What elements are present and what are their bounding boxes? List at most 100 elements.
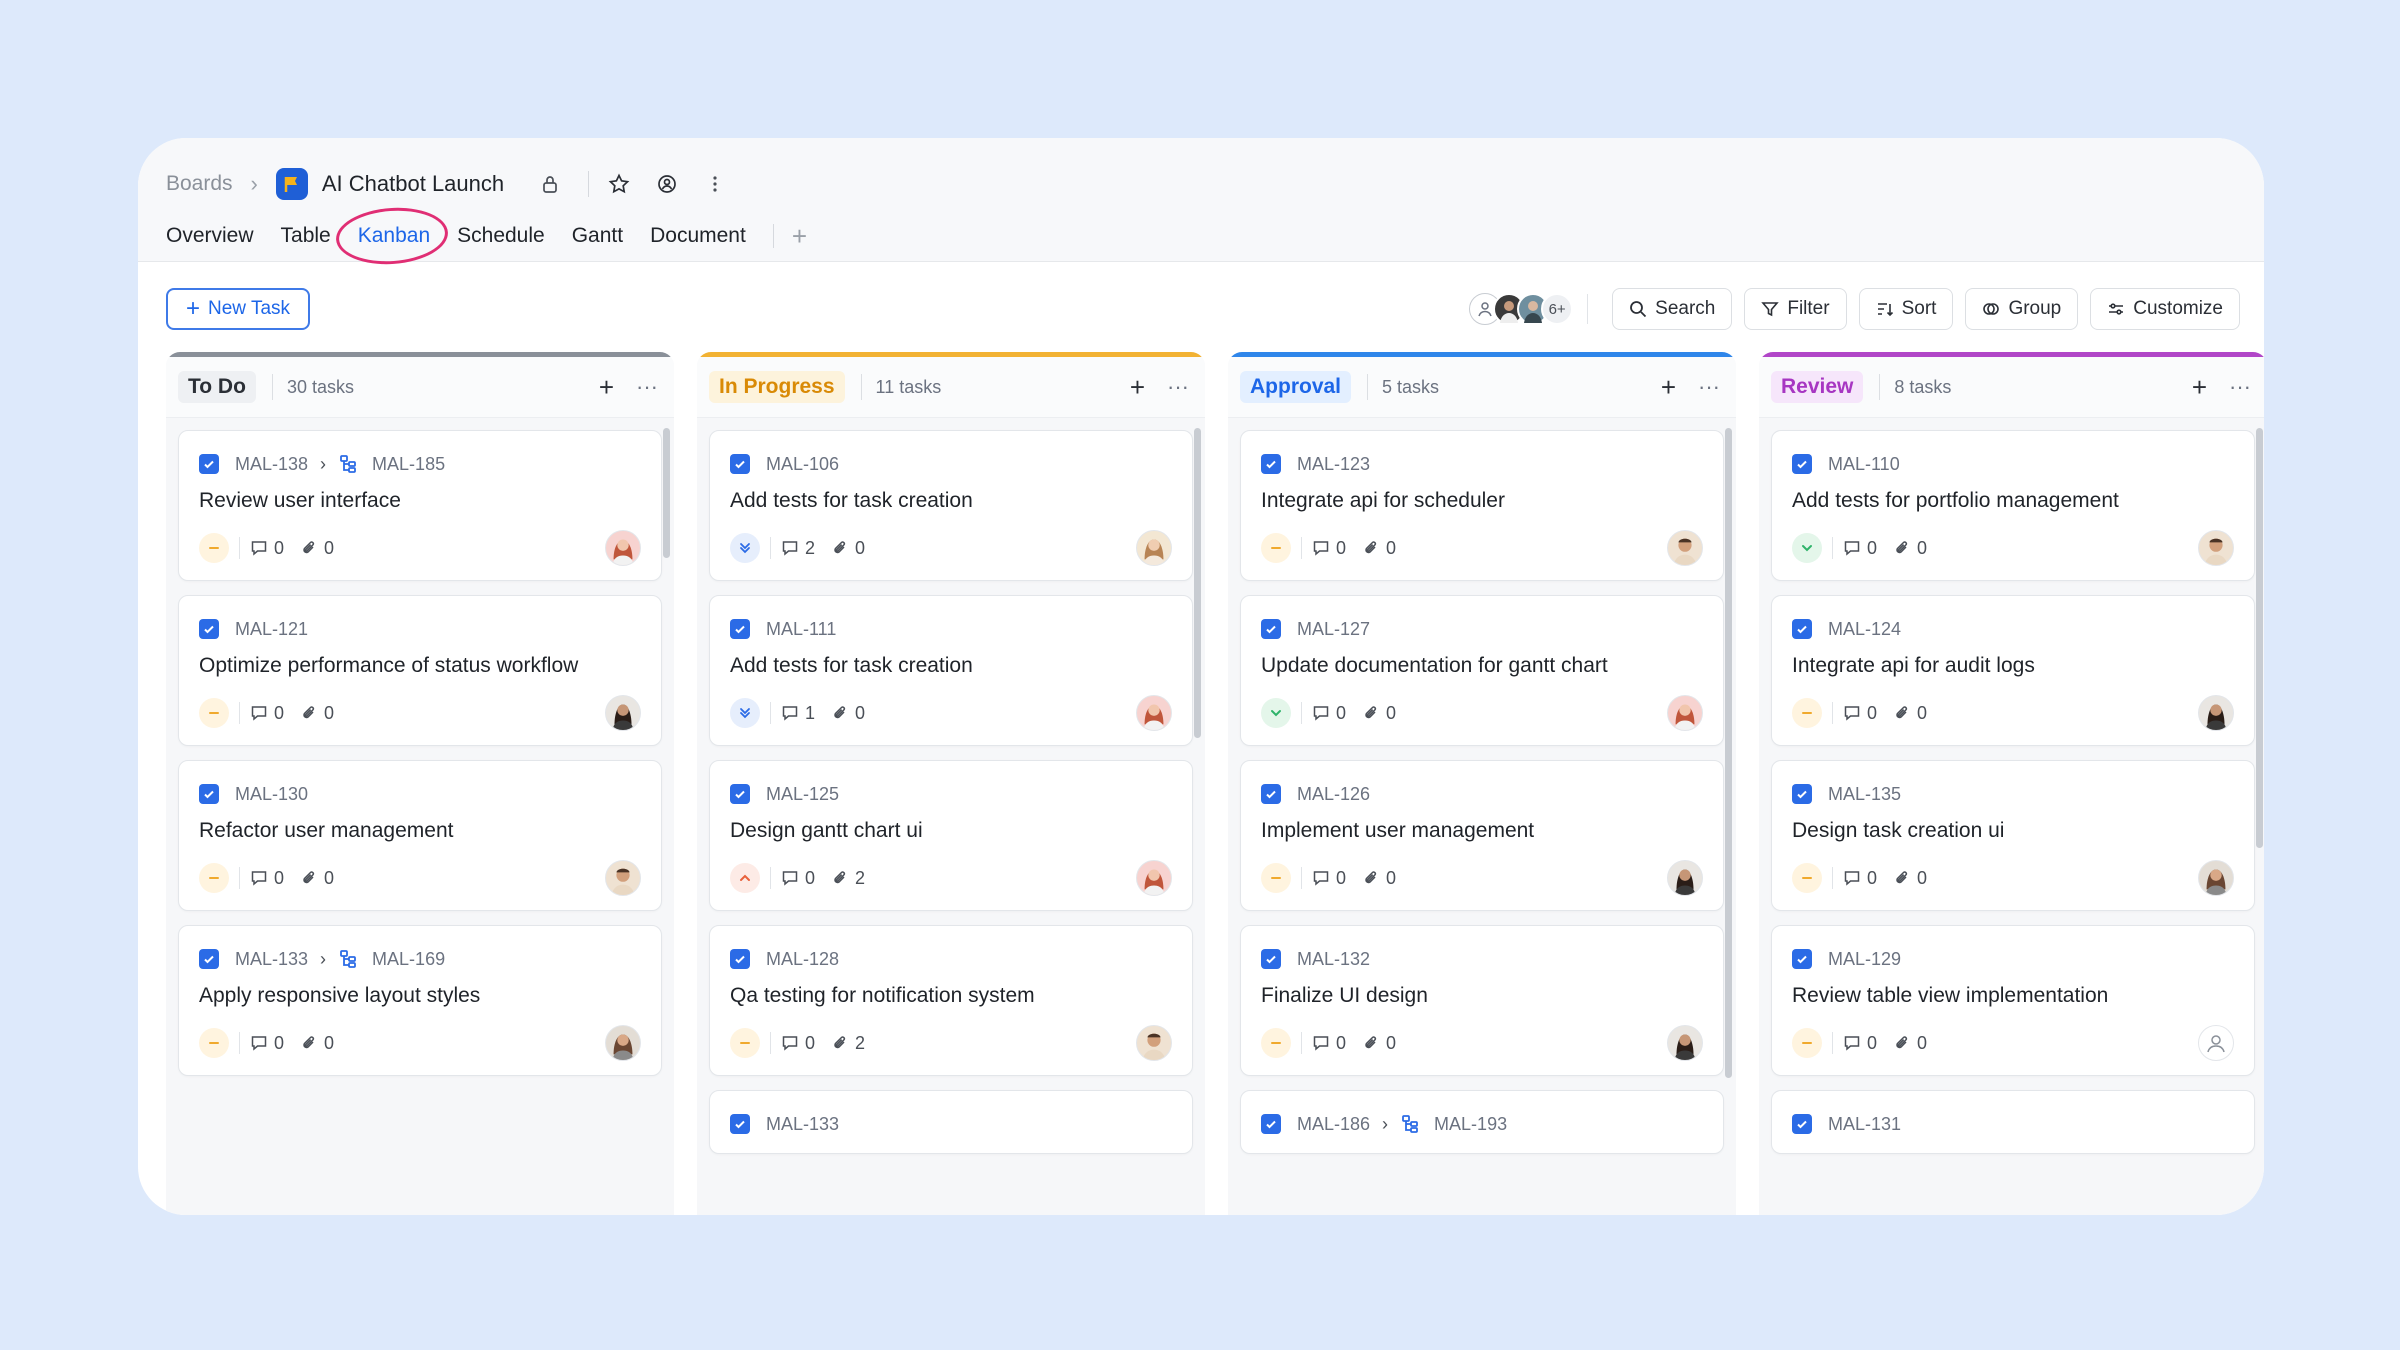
attachments-count[interactable]: 0 (1893, 703, 1927, 724)
comments-count[interactable]: 0 (250, 1033, 284, 1054)
sort-button[interactable]: Sort (1858, 288, 1954, 330)
task-id[interactable]: MAL-129 (1828, 949, 1901, 970)
comments-count[interactable]: 0 (1843, 868, 1877, 889)
comments-count[interactable]: 0 (1843, 703, 1877, 724)
filter-button[interactable]: Filter (1744, 288, 1847, 330)
task-id[interactable]: MAL-131 (1828, 1114, 1901, 1135)
group-button[interactable]: Group (1965, 288, 2079, 330)
assignee-avatar[interactable] (1136, 695, 1172, 731)
task-id[interactable]: MAL-126 (1297, 784, 1370, 805)
breadcrumb-boards-link[interactable]: Boards (166, 172, 233, 196)
attachments-count[interactable]: 0 (831, 703, 865, 724)
more-horizontal-icon[interactable]: ··· (636, 374, 658, 400)
attachments-count[interactable]: 0 (300, 868, 334, 889)
task-card[interactable]: MAL-135 Design task creation ui 0 0 (1771, 760, 2255, 911)
comments-count[interactable]: 0 (781, 1033, 815, 1054)
attachments-count[interactable]: 2 (831, 868, 865, 889)
attachments-count[interactable]: 0 (1362, 703, 1396, 724)
task-id[interactable]: MAL-130 (235, 784, 308, 805)
comments-count[interactable]: 0 (781, 868, 815, 889)
assignee-avatar[interactable] (1667, 860, 1703, 896)
comments-count[interactable]: 0 (1843, 538, 1877, 559)
task-card[interactable]: MAL-129 Review table view implementation … (1771, 925, 2255, 1076)
comments-count[interactable]: 0 (250, 703, 284, 724)
task-card[interactable]: MAL-121 Optimize performance of status wo… (178, 595, 662, 746)
priority-medium-icon[interactable] (1792, 863, 1822, 893)
column-scrollbar[interactable] (663, 428, 670, 558)
task-id[interactable]: MAL-135 (1828, 784, 1901, 805)
tab-kanban[interactable]: Kanban (333, 204, 450, 268)
task-card[interactable]: MAL-110 Add tests for portfolio managemen… (1771, 430, 2255, 581)
column-scrollbar[interactable] (2256, 428, 2263, 848)
task-id[interactable]: MAL-127 (1297, 619, 1370, 640)
task-id[interactable]: MAL-132 (1297, 949, 1370, 970)
add-view-icon[interactable]: + (792, 223, 807, 249)
priority-high-icon[interactable] (730, 863, 760, 893)
attachments-count[interactable]: 0 (831, 538, 865, 559)
task-card[interactable]: MAL-138 › MAL-185 Review user interface 0 … (178, 430, 662, 581)
more-vertical-icon[interactable] (695, 164, 735, 204)
parent-task-id[interactable]: MAL-185 (372, 454, 445, 475)
attachments-count[interactable]: 0 (1893, 1033, 1927, 1054)
task-id[interactable]: MAL-106 (766, 454, 839, 475)
add-task-icon[interactable]: + (599, 372, 614, 403)
attachments-count[interactable]: 0 (1893, 538, 1927, 559)
comments-count[interactable]: 2 (781, 538, 815, 559)
column-scrollbar[interactable] (1194, 428, 1201, 738)
tab-overview[interactable]: Overview (166, 222, 254, 250)
attachments-count[interactable]: 2 (831, 1033, 865, 1054)
task-card[interactable]: MAL-127 Update documentation for gantt ch… (1240, 595, 1724, 746)
more-horizontal-icon[interactable]: ··· (2229, 374, 2251, 400)
task-id[interactable]: MAL-123 (1297, 454, 1370, 475)
task-card[interactable]: MAL-111 Add tests for task creation 1 0 (709, 595, 1193, 746)
priority-low-icon[interactable] (1792, 533, 1822, 563)
priority-medium-icon[interactable] (1261, 533, 1291, 563)
tab-schedule[interactable]: Schedule (457, 222, 545, 250)
star-icon[interactable] (599, 164, 639, 204)
more-horizontal-icon[interactable]: ··· (1698, 374, 1720, 400)
task-card[interactable]: MAL-186 › MAL-193 (1240, 1090, 1724, 1154)
task-card[interactable]: MAL-123 Integrate api for scheduler 0 0 (1240, 430, 1724, 581)
priority-medium-icon[interactable] (199, 533, 229, 563)
task-id[interactable]: MAL-111 (766, 619, 836, 640)
comments-count[interactable]: 0 (1312, 1033, 1346, 1054)
comments-count[interactable]: 0 (1312, 703, 1346, 724)
assignee-avatar[interactable] (1667, 1025, 1703, 1061)
task-id[interactable]: MAL-128 (766, 949, 839, 970)
comments-count[interactable]: 1 (781, 703, 815, 724)
parent-task-id[interactable]: MAL-193 (1434, 1114, 1507, 1135)
assignee-avatar[interactable] (1136, 530, 1172, 566)
assignee-avatar[interactable] (1667, 530, 1703, 566)
attachments-count[interactable]: 0 (300, 703, 334, 724)
comments-count[interactable]: 0 (1312, 538, 1346, 559)
attachments-count[interactable]: 0 (1362, 538, 1396, 559)
column-scrollbar[interactable] (1725, 428, 1732, 1078)
task-id[interactable]: MAL-110 (1828, 454, 1900, 475)
task-card[interactable]: MAL-128 Qa testing for notification syste… (709, 925, 1193, 1076)
priority-medium-icon[interactable] (199, 863, 229, 893)
tab-document[interactable]: Document (650, 222, 746, 250)
assignee-avatar[interactable] (605, 530, 641, 566)
task-card[interactable]: MAL-125 Design gantt chart ui 0 2 (709, 760, 1193, 911)
assignee-avatar[interactable] (1667, 695, 1703, 731)
watch-icon[interactable] (647, 164, 687, 204)
unassigned-user-icon[interactable] (2198, 1025, 2234, 1061)
task-id[interactable]: MAL-138 (235, 454, 308, 475)
task-card[interactable]: MAL-132 Finalize UI design 0 0 (1240, 925, 1724, 1076)
search-button[interactable]: Search (1612, 288, 1733, 330)
add-task-icon[interactable]: + (1130, 372, 1145, 403)
member-avatars[interactable]: 6+ (1469, 293, 1574, 325)
task-id[interactable]: MAL-133 (235, 949, 308, 970)
task-card[interactable]: MAL-106 Add tests for task creation 2 0 (709, 430, 1193, 581)
assignee-avatar[interactable] (605, 1025, 641, 1061)
attachments-count[interactable]: 0 (300, 538, 334, 559)
more-horizontal-icon[interactable]: ··· (1167, 374, 1189, 400)
priority-low-icon[interactable] (1261, 698, 1291, 728)
assignee-avatar[interactable] (1136, 860, 1172, 896)
task-id[interactable]: MAL-121 (235, 619, 308, 640)
priority-medium-icon[interactable] (1792, 1028, 1822, 1058)
assignee-avatar[interactable] (2198, 695, 2234, 731)
task-id[interactable]: MAL-125 (766, 784, 839, 805)
priority-medium-icon[interactable] (199, 698, 229, 728)
task-id[interactable]: MAL-133 (766, 1114, 839, 1135)
